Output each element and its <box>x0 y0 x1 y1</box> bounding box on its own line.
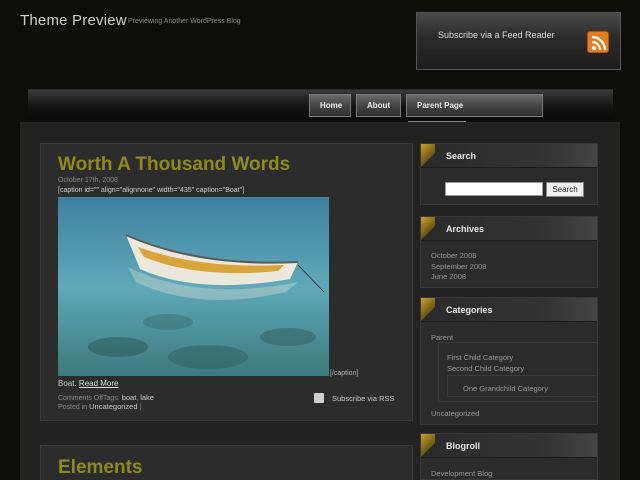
widget-title: Blogroll <box>446 441 480 451</box>
archive-link[interactable]: September 2008 <box>431 262 486 271</box>
widget-title: Archives <box>446 224 485 234</box>
category-link[interactable]: Uncategorized <box>431 409 479 418</box>
tag-link[interactable]: lake <box>140 393 154 402</box>
search-input[interactable] <box>445 182 543 196</box>
categories-widget: Categories Parent First Child Category S… <box>420 297 598 425</box>
category-link[interactable]: Uncategorized <box>89 402 137 411</box>
category-link[interactable]: Second Child Category <box>447 364 524 373</box>
boat-image <box>58 197 329 376</box>
image-caption: Boat. Read More <box>58 379 119 388</box>
archives-widget: Archives October 2008 September 2008 Jun… <box>420 216 598 288</box>
nav-home[interactable]: Home <box>309 94 351 117</box>
post: Elements <box>40 445 413 480</box>
feed-subscribe-label[interactable]: Subscribe via a Feed Reader <box>438 30 555 40</box>
posted-in-label: Posted in <box>58 404 88 411</box>
caption-shortcode: [caption id="" align="alignnone" width="… <box>58 187 245 194</box>
caption-end-shortcode: [/caption] <box>330 370 359 377</box>
rss-icon[interactable] <box>587 31 609 53</box>
blogroll-widget: Blogroll Development Blog <box>420 433 598 480</box>
archive-link[interactable]: June 2008 <box>431 272 466 281</box>
post-title[interactable]: Worth A Thousand Words <box>58 154 290 176</box>
archive-link[interactable]: October 2008 <box>431 251 476 260</box>
post-date: October 17th, 2008 <box>58 177 118 184</box>
blogroll-link[interactable]: Development Blog <box>431 469 492 478</box>
category-link[interactable]: Parent <box>431 333 453 342</box>
subscribe-rss-label[interactable]: Subscribe via RSS <box>332 394 395 403</box>
subscribe-rss[interactable]: Subscribe via RSS <box>314 393 395 403</box>
post-meta-category: Posted in Uncategorized | <box>58 402 141 411</box>
search-button[interactable]: Search <box>546 182 584 197</box>
site-tagline: Previewing Another WordPress Blog <box>128 18 241 25</box>
nav-about[interactable]: About <box>356 94 401 117</box>
site-title[interactable]: Theme Preview <box>20 12 127 29</box>
post-meta-tags: Comments OffTags: boat, lake <box>58 393 154 402</box>
rss-icon <box>314 393 324 403</box>
comments-status: Comments Off <box>58 395 103 402</box>
tags-label: Tags: <box>103 395 120 402</box>
post-title[interactable]: Elements <box>58 457 142 479</box>
category-separator: | <box>139 404 142 411</box>
post: Worth A Thousand Words October 17th, 200… <box>40 143 413 421</box>
nav-parent-page[interactable]: Parent Page <box>406 94 543 117</box>
feed-subscribe-box[interactable]: Subscribe via a Feed Reader <box>416 12 621 70</box>
category-link[interactable]: One Grandchild Category <box>463 384 548 393</box>
category-link[interactable]: First Child Category <box>447 353 513 362</box>
caption-label: Boat. <box>58 379 77 388</box>
tag-link[interactable]: boat <box>122 393 137 402</box>
main-navigation: Home About Parent Page <box>28 89 613 120</box>
widget-title: Search <box>446 151 477 161</box>
search-widget: Search Search <box>420 143 598 205</box>
read-more-link[interactable]: Read More <box>79 379 119 388</box>
widget-title: Categories <box>446 305 493 315</box>
